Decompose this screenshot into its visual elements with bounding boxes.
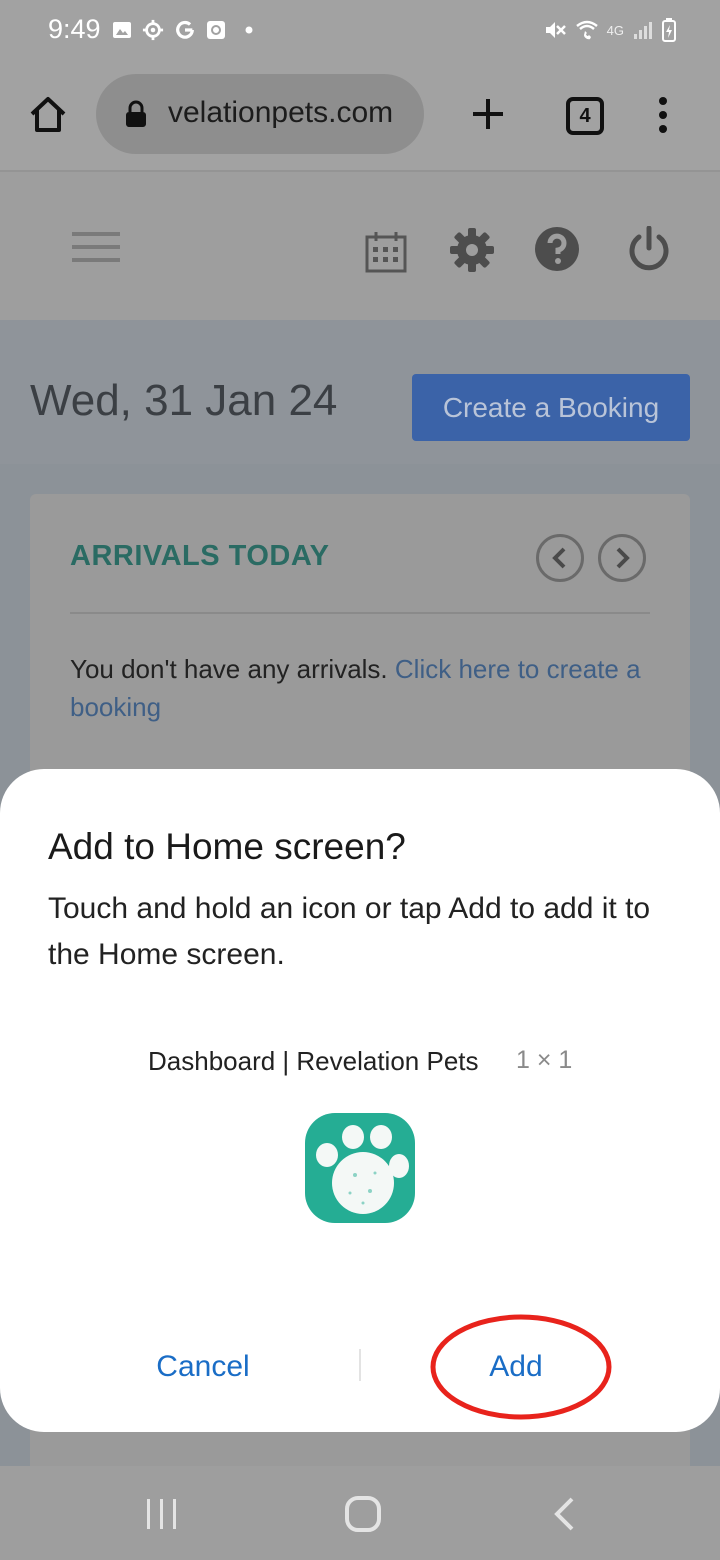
cancel-button[interactable]: Cancel: [110, 1330, 296, 1404]
help-icon[interactable]: [534, 226, 580, 272]
settings-gear-icon[interactable]: [450, 228, 494, 272]
app-icon: [207, 21, 225, 39]
calendar-icon[interactable]: [364, 230, 408, 274]
status-time: 9:49: [48, 14, 101, 44]
dot-icon: [245, 26, 253, 34]
home-nav-icon[interactable]: [344, 1495, 382, 1533]
next-day-button[interactable]: [598, 534, 646, 582]
shortcut-label: Dashboard | Revelation Pets: [148, 1046, 479, 1076]
more-options-icon[interactable]: [654, 96, 672, 134]
current-date: Wed, 31 Jan 24: [30, 376, 338, 425]
recent-apps-icon[interactable]: [144, 1496, 180, 1532]
gear-icon: [142, 19, 164, 41]
previous-day-button[interactable]: [536, 534, 584, 582]
paw-icon: [316, 1125, 409, 1214]
paw-app-icon[interactable]: [305, 1113, 415, 1223]
chevron-left-icon: [552, 547, 566, 569]
network-label: 4G: [606, 22, 624, 38]
dialog-title: Add to Home screen?: [48, 826, 406, 867]
new-tab-icon[interactable]: [470, 96, 506, 132]
highlight-circle: [430, 1314, 612, 1420]
battery-icon: [662, 18, 676, 42]
home-icon[interactable]: [28, 95, 68, 135]
chevron-right-icon: [616, 547, 630, 569]
4g-signal-icon: [634, 22, 652, 39]
add-to-home-dialog: [0, 769, 720, 1432]
tab-switcher-button[interactable]: 4: [566, 97, 604, 135]
button-divider: [359, 1349, 361, 1381]
google-icon: [176, 20, 194, 39]
no-arrivals-text: You don't have any arrivals.: [70, 654, 388, 684]
hamburger-menu-icon[interactable]: [72, 230, 120, 264]
shortcut-size: 1 × 1: [516, 1046, 573, 1074]
create-booking-button[interactable]: Create a Booking: [412, 374, 690, 441]
mute-icon: [545, 22, 566, 38]
url-text[interactable]: velationpets.com: [168, 96, 418, 130]
dialog-body: Touch and hold an icon or tap Add to add…: [48, 892, 651, 971]
lock-icon: [126, 100, 146, 127]
back-nav-icon[interactable]: [552, 1496, 576, 1532]
power-icon[interactable]: [626, 226, 672, 272]
image-icon: [113, 22, 131, 38]
card-divider: [70, 612, 650, 614]
arrivals-message: You don't have any arrivals. Click here …: [70, 650, 660, 726]
wifi-calling-icon: [575, 20, 598, 40]
status-left-icons: [112, 16, 256, 44]
status-right-icons: 4G: [543, 14, 676, 46]
cancel-label: Cancel: [156, 1350, 250, 1383]
arrivals-title: ARRIVALS TODAY: [70, 540, 330, 572]
